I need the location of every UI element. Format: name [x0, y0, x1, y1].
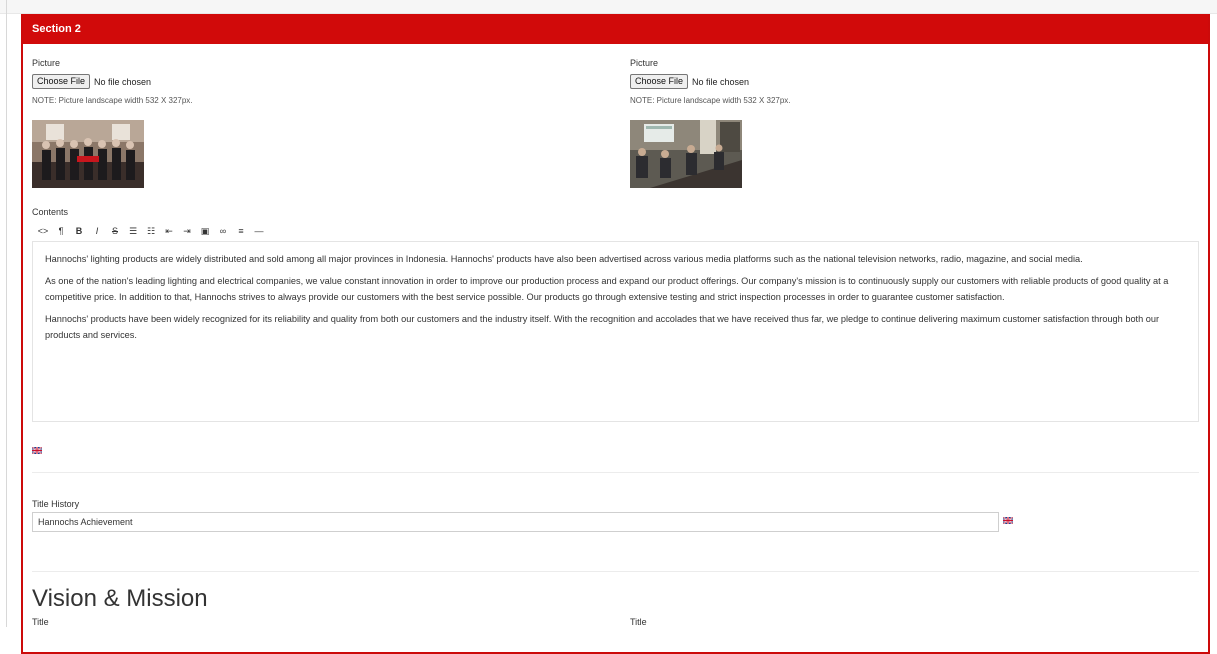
- uk-flag-icon: [31, 441, 43, 459]
- strikethrough-icon[interactable]: S: [106, 226, 124, 236]
- paragraph-icon[interactable]: ¶: [52, 226, 70, 236]
- unordered-list-icon[interactable]: ☰: [124, 226, 142, 237]
- divider: [32, 472, 1199, 473]
- picture-thumbnail-right: [630, 120, 742, 188]
- picture-note-right: NOTE: Picture landscape width 532 X 327p…: [630, 96, 791, 105]
- ordered-list-icon[interactable]: ☷: [142, 226, 160, 237]
- editor-paragraph: Hannochs' products have been widely reco…: [45, 314, 1160, 340]
- editor-toolbar: <> ¶ B I S ☰ ☷ ⇤ ⇥ ▣ ∞ ≡ —: [34, 222, 268, 240]
- title-history-label: Title History: [32, 499, 80, 509]
- editor-paragraph: As one of the nation's leading lighting …: [45, 276, 1169, 302]
- section-header: Section 2: [23, 14, 1208, 44]
- vision-mission-heading: Vision & Mission: [32, 585, 208, 612]
- title-history-input[interactable]: [32, 512, 999, 532]
- align-icon[interactable]: ≡: [232, 226, 250, 236]
- mission-title-label: Title: [630, 617, 647, 627]
- choose-file-button-right[interactable]: Choose File: [630, 74, 689, 89]
- contents-editor[interactable]: Hannochs' lighting products are widely d…: [32, 241, 1199, 422]
- picture-label-left: Picture: [32, 58, 61, 68]
- divider: [32, 571, 1199, 572]
- picture-note-left: NOTE: Picture landscape width 532 X 327p…: [32, 96, 193, 105]
- vision-title-label: Title: [32, 617, 49, 627]
- left-rule: [6, 0, 7, 627]
- file-status-right: No file chosen: [692, 76, 750, 87]
- picture-thumbnail-left: [32, 120, 144, 188]
- choose-file-button-left[interactable]: Choose File: [32, 74, 91, 89]
- file-status-left: No file chosen: [94, 76, 152, 87]
- outdent-icon[interactable]: ⇤: [160, 226, 178, 237]
- file-input-right[interactable]: Choose File No file chosen: [630, 74, 749, 89]
- image-icon[interactable]: ▣: [196, 226, 214, 237]
- section-panel: Section 2 Picture Choose File No file ch…: [21, 14, 1210, 654]
- picture-label-right: Picture: [630, 58, 659, 68]
- editor-paragraph: Hannochs' lighting products are widely d…: [45, 254, 1083, 264]
- indent-icon[interactable]: ⇥: [178, 226, 196, 237]
- link-icon[interactable]: ∞: [214, 226, 232, 236]
- contents-label: Contents: [32, 207, 69, 217]
- code-icon[interactable]: <>: [34, 226, 52, 236]
- uk-flag-icon: [1002, 511, 1014, 529]
- horizontal-rule-icon[interactable]: —: [250, 226, 268, 236]
- top-strip: [0, 0, 1217, 14]
- bold-icon[interactable]: B: [70, 226, 88, 236]
- file-input-left[interactable]: Choose File No file chosen: [32, 74, 151, 89]
- italic-icon[interactable]: I: [88, 226, 106, 236]
